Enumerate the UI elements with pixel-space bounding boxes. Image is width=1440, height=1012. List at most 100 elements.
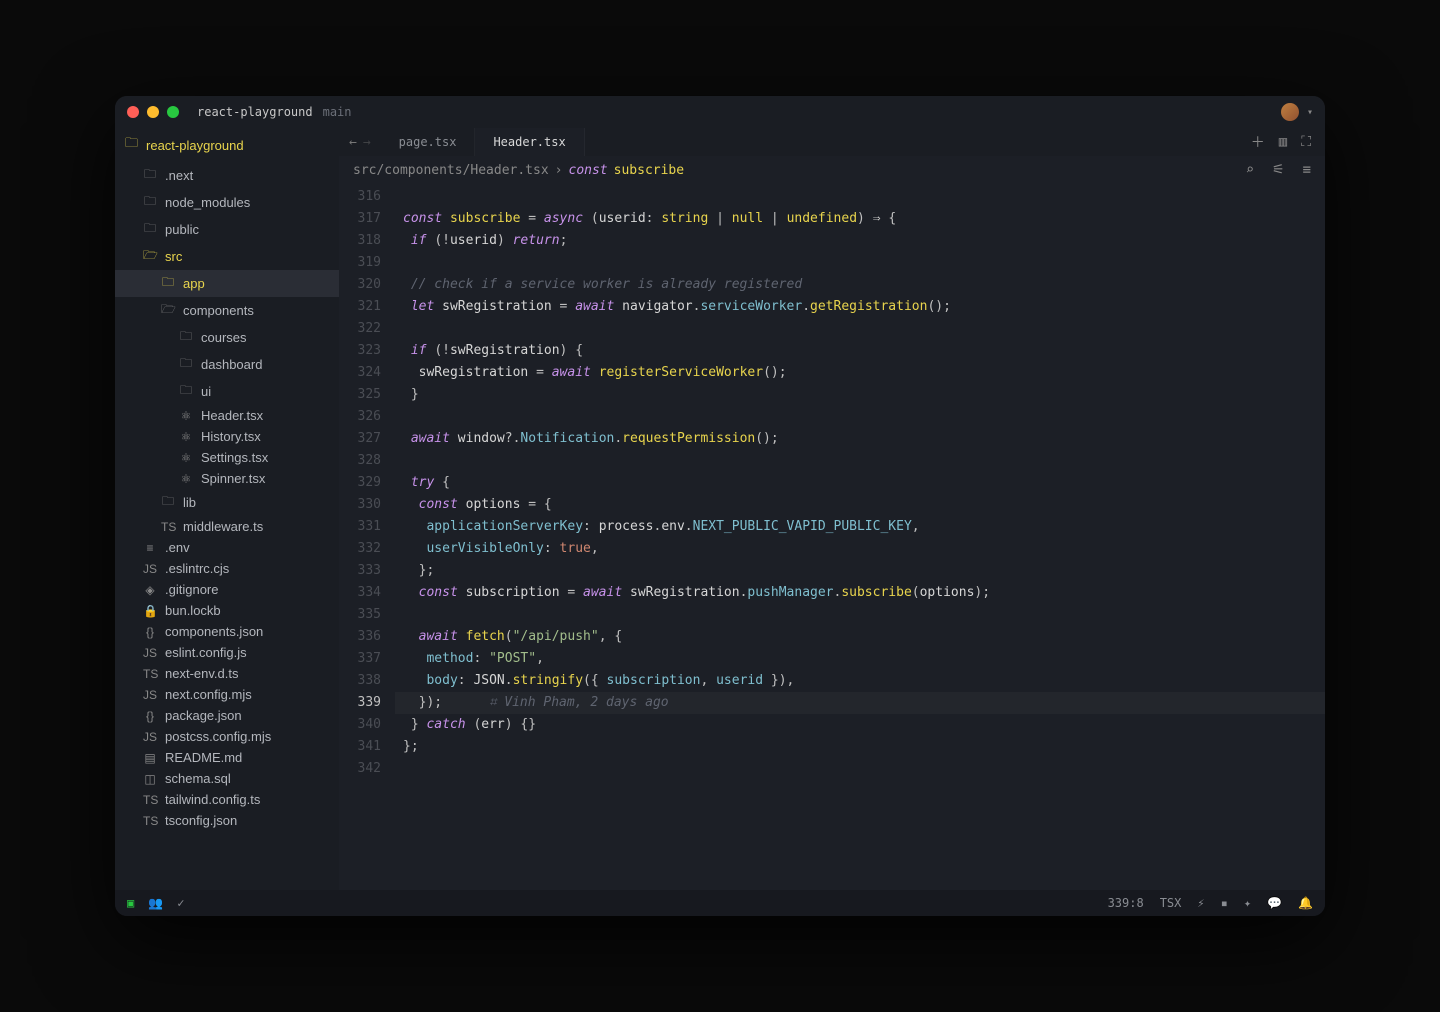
code-line[interactable]: try { xyxy=(395,472,1325,494)
code-line[interactable] xyxy=(395,186,1325,208)
code-line[interactable]: body: JSON.stringify({ subscription, use… xyxy=(395,670,1325,692)
nav-forward-button[interactable]: → xyxy=(363,135,371,150)
file-tree-item[interactable]: JS.eslintrc.cjs xyxy=(115,558,339,579)
folder-icon: 🗀 xyxy=(179,381,193,402)
code-line[interactable]: }); ⌗ Vinh Pham, 2 days ago xyxy=(395,692,1325,714)
file-tree-label: Settings.tsx xyxy=(201,450,268,465)
file-tree-item[interactable]: JSnext.config.mjs xyxy=(115,684,339,705)
file-tree-item[interactable]: 🗀lib xyxy=(115,489,339,516)
code-line[interactable]: await fetch("/api/push", { xyxy=(395,626,1325,648)
user-avatar[interactable] xyxy=(1281,103,1299,121)
file-tree-item[interactable]: 🗀node_modules xyxy=(115,189,339,216)
code-line[interactable]: if (!swRegistration) { xyxy=(395,340,1325,362)
chevron-down-icon[interactable]: ▾ xyxy=(1307,107,1313,118)
file-tree-item[interactable]: ⚛Header.tsx xyxy=(115,405,339,426)
search-icon[interactable]: ⌕ xyxy=(1246,162,1254,178)
file-tree-label: ui xyxy=(201,384,211,399)
editor-tab[interactable]: Header.tsx xyxy=(475,128,584,156)
file-tree-item[interactable]: ⚛History.tsx xyxy=(115,426,339,447)
file-tree-item[interactable]: {}components.json xyxy=(115,621,339,642)
file-tree-item[interactable]: ≡.env xyxy=(115,537,339,558)
code-line[interactable]: userVisibleOnly: true, xyxy=(395,538,1325,560)
bell-icon[interactable]: 🔔 xyxy=(1298,896,1313,910)
file-tree-item[interactable]: 🗁src xyxy=(115,243,339,270)
people-icon[interactable]: 👥 xyxy=(148,896,163,910)
file-tree-item[interactable]: JSpostcss.config.mjs xyxy=(115,726,339,747)
git-branch[interactable]: main xyxy=(323,105,352,119)
file-tree-item[interactable]: 🗀.next xyxy=(115,162,339,189)
chat-icon[interactable]: 💬 xyxy=(1267,896,1282,910)
file-tree-item[interactable]: 🗀dashboard xyxy=(115,351,339,378)
file-tree-item[interactable]: 🗀courses xyxy=(115,324,339,351)
file-tree-item[interactable]: ⚛Spinner.tsx xyxy=(115,468,339,489)
file-explorer[interactable]: 🗀 react-playground 🗀.next🗀node_modules🗀p… xyxy=(115,128,339,890)
code-line[interactable]: method: "POST", xyxy=(395,648,1325,670)
code-line[interactable] xyxy=(395,252,1325,274)
new-tab-button[interactable]: ＋ xyxy=(1251,132,1265,152)
split-editor-button[interactable]: ▥ xyxy=(1279,134,1287,150)
file-tree-item[interactable]: ◈.gitignore xyxy=(115,579,339,600)
file-tree-item[interactable]: ⚛Settings.tsx xyxy=(115,447,339,468)
code-line[interactable]: const options = { xyxy=(395,494,1325,516)
code-line[interactable]: } xyxy=(395,384,1325,406)
sparkle-icon[interactable]: ✦ xyxy=(1244,896,1251,910)
code-line[interactable]: await window?.Notification.requestPermis… xyxy=(395,428,1325,450)
folder-icon: 🗀 xyxy=(143,219,157,240)
file-tree-item[interactable]: ▤README.md xyxy=(115,747,339,768)
breadcrumb[interactable]: src/components/Header.tsx › const subscr… xyxy=(339,156,1325,184)
terminal-icon[interactable]: ▪ xyxy=(1221,896,1228,910)
code-line[interactable]: const subscription = await swRegistratio… xyxy=(395,582,1325,604)
nav-back-button[interactable]: ← xyxy=(349,135,357,150)
file-tree-item[interactable]: 🗀app xyxy=(115,270,339,297)
panel-icon[interactable]: ▣ xyxy=(127,896,134,910)
breadcrumb-symbol: subscribe xyxy=(614,163,684,178)
file-tree-item[interactable]: TSmiddleware.ts xyxy=(115,516,339,537)
code-line[interactable] xyxy=(395,604,1325,626)
js-icon: JS xyxy=(143,688,157,702)
project-root[interactable]: 🗀 react-playground xyxy=(115,128,339,162)
fullscreen-button[interactable]: ⛶ xyxy=(1301,134,1311,150)
code-line[interactable]: }; xyxy=(395,560,1325,582)
cursor-position[interactable]: 339:8 xyxy=(1108,896,1144,910)
code-line[interactable]: // check if a service worker is already … xyxy=(395,274,1325,296)
code-line[interactable]: if (!userid) return; xyxy=(395,230,1325,252)
file-tree-item[interactable]: JSeslint.config.js xyxy=(115,642,339,663)
file-tree-item[interactable]: 🔒bun.lockb xyxy=(115,600,339,621)
code-line[interactable]: }; xyxy=(395,736,1325,758)
close-window-button[interactable] xyxy=(127,106,139,118)
line-number: 331 xyxy=(339,516,381,538)
language-mode[interactable]: TSX xyxy=(1160,896,1182,910)
js-icon: JS xyxy=(143,562,157,576)
diagnostics-icon[interactable]: ⚡ xyxy=(1197,896,1204,910)
code-content[interactable]: const subscribe = async (userid: string … xyxy=(395,186,1325,890)
file-tree-item[interactable]: 🗁components xyxy=(115,297,339,324)
sql-icon: ◫ xyxy=(143,772,157,786)
settings-icon[interactable]: ≡ xyxy=(1303,162,1311,178)
code-line[interactable] xyxy=(395,758,1325,780)
code-line[interactable] xyxy=(395,318,1325,340)
code-line[interactable]: const subscribe = async (userid: string … xyxy=(395,208,1325,230)
check-icon[interactable]: ✓ xyxy=(177,896,184,910)
ts-icon: TS xyxy=(143,814,157,828)
maximize-window-button[interactable] xyxy=(167,106,179,118)
line-number: 326 xyxy=(339,406,381,428)
wand-icon[interactable]: ⚟ xyxy=(1272,162,1285,178)
line-number: 324 xyxy=(339,362,381,384)
file-tree-item[interactable]: ◫schema.sql xyxy=(115,768,339,789)
code-line[interactable] xyxy=(395,450,1325,472)
editor-tab[interactable]: page.tsx xyxy=(381,128,476,156)
file-tree-item[interactable]: {}package.json xyxy=(115,705,339,726)
code-line[interactable] xyxy=(395,406,1325,428)
file-tree-item[interactable]: 🗀public xyxy=(115,216,339,243)
code-line[interactable]: } catch (err) {} xyxy=(395,714,1325,736)
file-tree-item[interactable]: TSnext-env.d.ts xyxy=(115,663,339,684)
file-tree-item[interactable]: 🗀 ui xyxy=(115,378,339,405)
line-number: 334 xyxy=(339,582,381,604)
code-line[interactable]: swRegistration = await registerServiceWo… xyxy=(395,362,1325,384)
code-line[interactable]: let swRegistration = await navigator.ser… xyxy=(395,296,1325,318)
file-tree-item[interactable]: TStsconfig.json xyxy=(115,810,339,831)
code-editor[interactable]: 3163173183193203213223233243253263273283… xyxy=(339,184,1325,890)
minimize-window-button[interactable] xyxy=(147,106,159,118)
file-tree-item[interactable]: TStailwind.config.ts xyxy=(115,789,339,810)
code-line[interactable]: applicationServerKey: process.env.NEXT_P… xyxy=(395,516,1325,538)
